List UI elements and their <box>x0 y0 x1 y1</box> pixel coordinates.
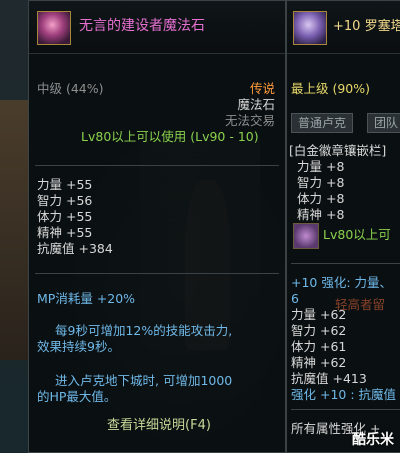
background-pillar <box>0 100 28 360</box>
item-tooltip-rosetta: +10 罗塞塔 最上级 (90%) 普通卢克 团队 [白金徽章镶嵌栏] 力量 +… <box>286 0 400 453</box>
item-grade: 最上级 (90%) <box>291 81 371 96</box>
item-tooltip-magic-stone: 无言的建设者魔法石 中级 (44%) 传说 魔法石 无法交易 Lv80以上可以使… <box>28 0 286 453</box>
tooltip-header: 无言的建设者魔法石 <box>29 1 285 54</box>
divider <box>35 165 279 166</box>
item-type: 魔法石 <box>237 97 275 112</box>
tab-raid[interactable]: 团队 <box>367 113 400 133</box>
item-trade: 无法交易 <box>224 113 275 128</box>
level-requirement: Lv80以上可以使用 (Lv90 - 10) <box>81 129 259 144</box>
stat-row: 智力 +56 <box>37 193 93 208</box>
tab-normal-luke[interactable]: 普通卢克 <box>291 113 354 133</box>
crown-icon <box>293 11 327 45</box>
socket-stat: 力量 +8 <box>297 159 345 174</box>
socket-title: [白金徽章镶嵌栏] <box>289 143 387 158</box>
item-name: 无言的建设者魔法石 <box>79 18 205 34</box>
divider <box>35 273 279 274</box>
divider <box>291 409 400 410</box>
badge-icon <box>293 223 319 249</box>
stat-row: 体力 +55 <box>37 209 93 224</box>
skill-desc-line: 效果持续9秒。 <box>37 339 120 354</box>
stat-row: 精神 +55 <box>37 225 93 240</box>
divider <box>291 263 400 264</box>
stat-row: 体力 +61 <box>291 339 347 354</box>
reinforce-line: 强化 +10 : 抗魔值 <box>291 387 397 402</box>
stat-row: 力量 +55 <box>37 177 93 192</box>
stat-row: 抗魔值 +384 <box>37 241 113 256</box>
stat-row: 精神 +62 <box>291 355 347 370</box>
reinforce-line-cont: 6 <box>291 291 299 306</box>
mp-cost: MP消耗量 +20% <box>37 291 136 306</box>
watermark-logo: 酷乐米 <box>352 432 394 448</box>
game-screen: 无言的建设者魔法石 中级 (44%) 传说 魔法石 无法交易 Lv80以上可以使… <box>0 0 400 453</box>
item-rarity: 传说 <box>249 81 275 96</box>
skill-desc-line: 每9秒可增加12%的技能攻击力, <box>55 323 233 338</box>
reinforce-line: +10 强化: 力量、 <box>291 275 393 290</box>
stat-row: 智力 +62 <box>291 323 347 338</box>
stat-row: 力量 +62 <box>291 307 347 322</box>
stat-row: 抗魔值 +413 <box>291 371 367 386</box>
magic-stone-icon <box>37 11 71 45</box>
item-grade: 中级 (44%) <box>37 81 104 96</box>
dungeon-desc-line: 的HP最大值。 <box>37 389 117 404</box>
view-details-button[interactable]: 查看详细说明(F4) <box>49 415 269 437</box>
dungeon-desc-line: 进入卢克地下城时, 可增加1000 <box>55 373 233 388</box>
socket-stat: 精神 +8 <box>297 207 345 222</box>
tooltip-header: +10 罗塞塔 <box>287 1 400 54</box>
socket-stat: 体力 +8 <box>297 191 345 206</box>
socket-stat: 智力 +8 <box>297 175 345 190</box>
level-requirement: Lv80以上可 <box>323 227 391 242</box>
item-name: +10 罗塞塔 <box>333 19 400 34</box>
